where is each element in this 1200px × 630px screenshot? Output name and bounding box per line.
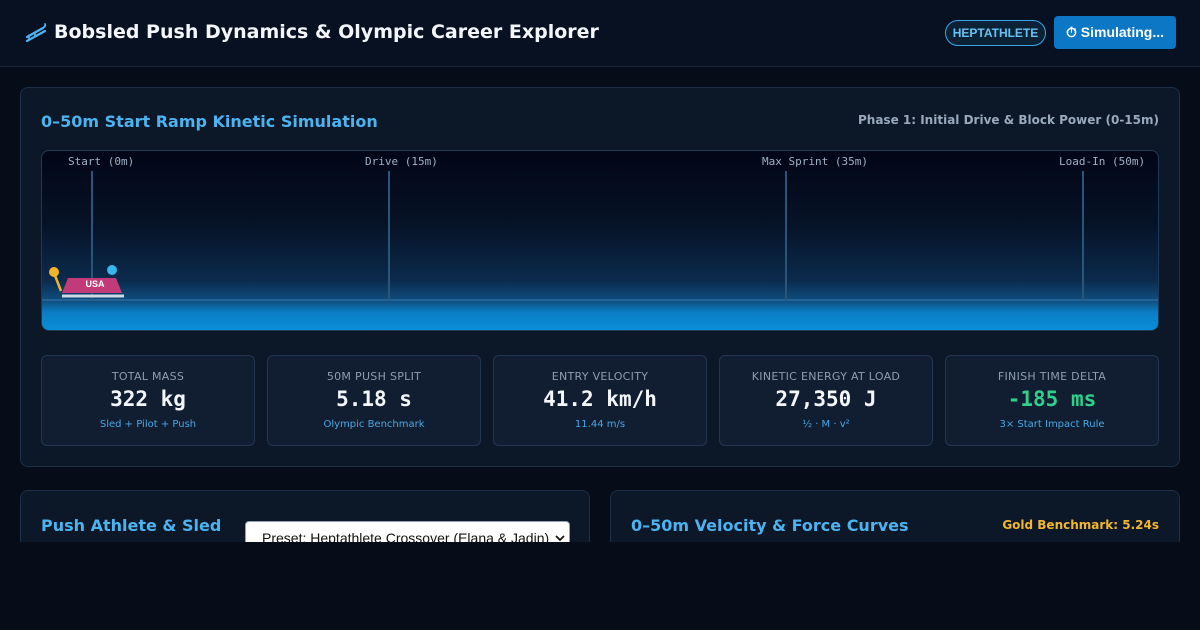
stat-finish-delta: FINISH TIME DELTA -185 ms 3× Start Impac… <box>945 355 1159 446</box>
curves-panel-title: 0–50m Velocity & Force Curves <box>631 516 909 535</box>
pusher-1-head <box>49 267 59 277</box>
marker-label-start: Start (0m) <box>68 155 135 168</box>
marker-label-load-in: Load-In (50m) <box>1059 155 1146 168</box>
stat-label: ENTRY VELOCITY <box>551 370 649 383</box>
stat-label: TOTAL MASS <box>111 370 185 383</box>
bobsled-icon <box>25 23 47 43</box>
stat-sub: 11.44 m/s <box>574 419 626 430</box>
stat-push-split: 50M PUSH SPLIT 5.18 s Olympic Benchmark <box>267 355 481 446</box>
role-badge: HEPTATHLETE <box>945 20 1046 46</box>
stat-sub: ½ · M · v² <box>802 419 850 430</box>
stat-label: 50M PUSH SPLIT <box>326 370 422 383</box>
app-header: Bobsled Push Dynamics & Olympic Career E… <box>0 0 1200 67</box>
sled-label: USA <box>85 279 105 289</box>
stat-value: 41.2 km/h <box>543 387 657 411</box>
stat-value: -185 ms <box>1007 387 1097 411</box>
phase-label: Phase 1: Initial Drive & Block Power (0-… <box>858 113 1159 127</box>
stat-label: FINISH TIME DELTA <box>997 370 1107 383</box>
start-ramp-track: USA Start (0m) Drive (15m) Max Sprint (3… <box>41 150 1159 331</box>
marker-label-drive: Drive (15m) <box>365 155 438 168</box>
pusher-2-head <box>107 265 117 275</box>
stat-total-mass: TOTAL MASS 322 kg Sled + Pilot + Push <box>41 355 255 446</box>
stat-sub: Olympic Benchmark <box>323 419 425 430</box>
track-canvas: USA <box>42 171 1158 301</box>
page-bottom-area <box>0 542 1200 630</box>
stat-label: KINETIC ENERGY AT LOAD <box>751 370 901 383</box>
bobsled: USA <box>49 265 124 298</box>
stat-value: 322 kg <box>110 387 186 411</box>
stat-sub: Sled + Pilot + Push <box>99 419 197 430</box>
simulation-panel: 0–50m Start Ramp Kinetic Simulation Phas… <box>20 87 1180 467</box>
athlete-panel-title: Push Athlete & Sled <box>41 516 222 535</box>
stat-kinetic-energy: KINETIC ENERGY AT LOAD 27,350 J ½ · M · … <box>719 355 933 446</box>
chevron-down-icon <box>555 535 565 542</box>
stat-entry-velocity: ENTRY VELOCITY 41.2 km/h 11.44 m/s <box>493 355 707 446</box>
marker-label-max-sprint: Max Sprint (35m) <box>762 155 868 168</box>
stat-value: 5.18 s <box>336 387 412 411</box>
stat-value: 27,350 J <box>775 387 877 411</box>
stat-sub: 3× Start Impact Rule <box>999 419 1105 430</box>
simulate-button[interactable]: ⏱ Simulating... <box>1054 16 1176 49</box>
simulation-title: 0–50m Start Ramp Kinetic Simulation <box>41 112 378 131</box>
app-title: Bobsled Push Dynamics & Olympic Career E… <box>54 21 599 43</box>
gold-benchmark: Gold Benchmark: 5.24s <box>1002 518 1159 532</box>
